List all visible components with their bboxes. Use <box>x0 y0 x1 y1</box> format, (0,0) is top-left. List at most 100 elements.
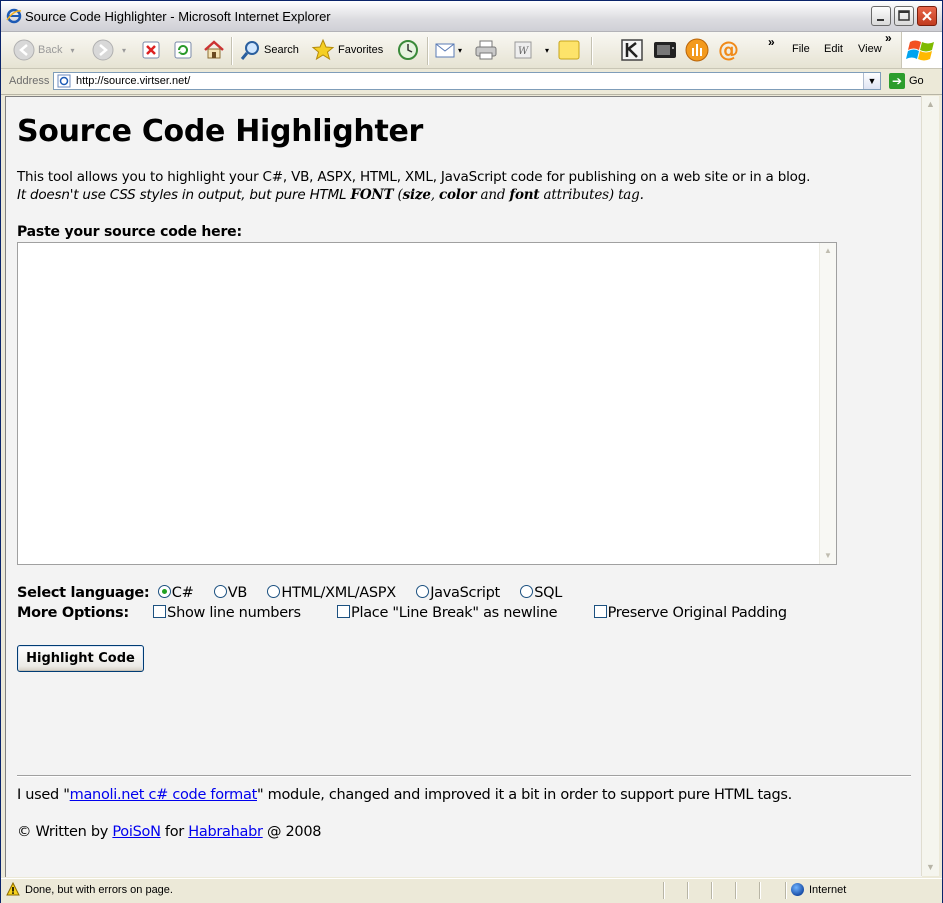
printer-icon <box>475 40 497 60</box>
print-button[interactable] <box>474 38 498 62</box>
language-label: C# <box>171 585 194 601</box>
window-title: Source Code Highlighter - Microsoft Inte… <box>25 9 331 24</box>
address-input[interactable]: http://source.virtser.net/ ▼ <box>53 72 881 90</box>
back-dropdown-icon[interactable]: ▾ <box>70 46 74 55</box>
search-button[interactable]: Search <box>239 38 299 62</box>
back-arrow-icon <box>13 39 35 61</box>
checkbox-icon[interactable] <box>153 605 167 618</box>
intro-note-text: attributes) tag. <box>539 187 644 203</box>
ie-logo-icon <box>6 8 22 24</box>
menu-view[interactable]: View <box>858 43 882 55</box>
mail-ru-button[interactable]: @ <box>717 38 741 62</box>
status-bar: Done, but with errors on page. Internet <box>1 878 942 903</box>
author-link[interactable]: PoiSoN <box>112 824 161 840</box>
status-pane <box>759 882 784 899</box>
address-dropdown-icon[interactable]: ▼ <box>863 73 880 89</box>
home-button[interactable] <box>203 38 225 62</box>
option-preserve-padding[interactable]: Preserve Original Padding <box>593 605 787 621</box>
at-sign-icon: @ <box>718 38 739 62</box>
browser-window: Source Code Highlighter - Microsoft Inte… <box>0 0 943 903</box>
favorites-button[interactable]: Favorites <box>311 38 383 62</box>
intro-note-color: color <box>438 187 477 203</box>
menu-overflow-chevron[interactable]: » <box>885 31 892 45</box>
status-pane <box>687 882 710 899</box>
go-button[interactable]: ➔ Go <box>889 73 924 89</box>
highlight-code-button[interactable]: Highlight Code <box>17 645 144 672</box>
stop-icon <box>142 41 160 59</box>
status-pane <box>735 882 758 899</box>
language-label: JavaScript <box>430 585 500 601</box>
back-button[interactable]: Back ▾ <box>13 38 74 62</box>
sticky-note-icon <box>558 40 580 60</box>
broadcast-icon <box>685 38 709 62</box>
status-pane <box>711 882 734 899</box>
windows-flag-icon <box>906 40 934 61</box>
page-scroll-up-icon[interactable]: ▲ <box>923 97 938 112</box>
scroll-up-icon[interactable]: ▲ <box>820 243 836 259</box>
language-option-sql[interactable]: SQL <box>520 585 562 601</box>
select-language-label: Select language: <box>17 585 150 601</box>
option-show-line-numbers[interactable]: Show line numbers <box>153 605 301 621</box>
go-arrow-icon: ➔ <box>889 73 905 89</box>
intro-note-font: FONT <box>350 187 394 203</box>
close-button[interactable] <box>917 6 937 26</box>
copyright-text: © Written by PoiSoN for Habrahabr @ 2008 <box>17 824 322 840</box>
toolbar-overflow-chevron[interactable]: » <box>768 35 775 49</box>
radio-icon[interactable] <box>416 585 430 598</box>
mail-dropdown-icon[interactable]: ▾ <box>458 46 462 55</box>
page-scrollbar[interactable]: ▲ ▼ <box>921 96 939 876</box>
radio-icon[interactable] <box>213 585 227 598</box>
source-code-textarea[interactable]: ▲ ▼ <box>17 242 837 565</box>
page-scroll-down-icon[interactable]: ▼ <box>923 860 938 875</box>
stop-button[interactable] <box>141 38 161 62</box>
history-button[interactable] <box>396 38 420 62</box>
language-option-csharp[interactable]: C# <box>157 585 194 601</box>
windows-logo <box>901 32 942 68</box>
language-option-vb[interactable]: VB <box>213 585 247 601</box>
edit-dropdown-icon[interactable]: ▾ <box>545 46 549 55</box>
page-icon <box>57 74 71 88</box>
status-message: Done, but with errors on page. <box>25 884 173 896</box>
language-option-javascript[interactable]: JavaScript <box>416 585 500 601</box>
minimize-button[interactable] <box>871 6 891 26</box>
media-button[interactable] <box>653 38 677 62</box>
checkbox-icon[interactable] <box>593 605 607 618</box>
maximize-button[interactable] <box>894 6 914 26</box>
habrahabr-link[interactable]: Habrahabr <box>188 824 263 840</box>
toolbar-separator <box>591 37 593 65</box>
k-app-icon <box>621 39 643 61</box>
refresh-icon <box>174 41 192 59</box>
forward-dropdown-icon[interactable]: ▾ <box>122 46 126 55</box>
scroll-down-icon[interactable]: ▼ <box>820 548 836 564</box>
option-label: Place "Line Break" as newline <box>351 605 558 621</box>
intro-note-text: and <box>476 187 510 203</box>
edit-word-button[interactable]: W ▾ <box>513 38 549 62</box>
discuss-button[interactable] <box>557 38 581 62</box>
search-icon <box>240 41 259 60</box>
address-label: Address <box>9 75 50 87</box>
radio-icon[interactable] <box>267 585 281 598</box>
menu-file[interactable]: File <box>792 43 810 55</box>
address-bar: Address http://source.virtser.net/ ▼ ➔ G… <box>1 69 942 95</box>
forward-button[interactable]: ▾ <box>92 38 126 62</box>
radio-icon[interactable] <box>520 585 534 598</box>
mail-button[interactable]: ▾ <box>434 38 462 62</box>
refresh-button[interactable] <box>173 38 193 62</box>
language-option-html[interactable]: HTML/XML/ASPX <box>267 585 396 601</box>
radio-icon[interactable] <box>157 585 171 598</box>
warning-icon[interactable] <box>6 882 20 896</box>
k-extension-button[interactable] <box>621 38 643 62</box>
checkbox-icon[interactable] <box>337 605 351 618</box>
word-document-icon: W <box>514 41 532 59</box>
copyright-text-part: © Written by <box>17 824 113 840</box>
manoli-link[interactable]: manoli.net c# code format <box>70 787 258 803</box>
go-label: Go <box>909 75 924 87</box>
mail-icon <box>435 43 455 58</box>
radio-button-toolbar[interactable] <box>685 38 709 62</box>
page-content: Source Code Highlighter This tool allows… <box>5 96 922 877</box>
textarea-scrollbar[interactable]: ▲ ▼ <box>819 243 836 564</box>
intro-note-fontattr: font <box>509 187 540 203</box>
menu-edit[interactable]: Edit <box>824 43 843 55</box>
star-icon <box>311 38 335 61</box>
option-line-break[interactable]: Place "Line Break" as newline <box>337 605 558 621</box>
